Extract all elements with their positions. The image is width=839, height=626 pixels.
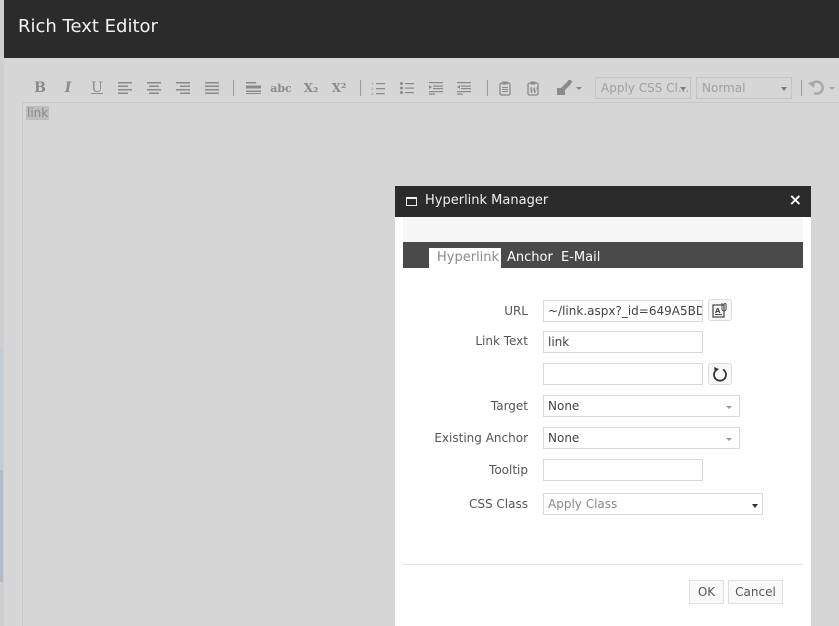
cancel-button[interactable]: Cancel	[728, 580, 783, 604]
ok-button[interactable]: OK	[689, 580, 724, 604]
css-class-select[interactable]: Apply Class	[543, 493, 763, 515]
superscript-icon: X²	[331, 81, 347, 95]
paragraph-style-dropdown[interactable]: Normal	[696, 77, 792, 99]
editor-toolbar: B I U abc X₂ X² 123 W Apply CSS Cl... No…	[22, 74, 839, 102]
existing-anchor-value: None	[548, 431, 580, 445]
unordered-list-button[interactable]	[395, 76, 419, 100]
left-accent	[0, 470, 3, 582]
existing-anchor-label: Existing Anchor	[434, 431, 528, 445]
paste-icon	[499, 81, 511, 96]
subscript-icon: X₂	[303, 81, 319, 95]
underline-button[interactable]: U	[85, 76, 109, 100]
unordered-list-icon	[400, 82, 414, 94]
extra-input[interactable]	[543, 363, 703, 385]
indent-button[interactable]	[424, 76, 448, 100]
refresh-button[interactable]	[708, 363, 732, 385]
underline-icon: U	[91, 80, 103, 96]
undo-icon	[808, 80, 835, 95]
paragraph-style-value: Normal	[702, 81, 746, 95]
chevron-down-icon	[680, 87, 686, 91]
close-icon[interactable]: ×	[789, 190, 802, 209]
indent-icon	[429, 81, 443, 95]
link-text-label: Link Text	[475, 334, 528, 348]
tab-hyperlink[interactable]: Hyperlink	[429, 248, 502, 268]
format-stripper-button[interactable]	[552, 76, 586, 100]
target-select-value: None	[548, 399, 580, 413]
subscript-button[interactable]: X₂	[299, 76, 323, 100]
link-text-input[interactable]: link	[543, 331, 703, 353]
align-center-icon	[147, 82, 161, 94]
italic-icon: I	[64, 80, 72, 96]
svg-text:A: A	[715, 307, 721, 315]
justify-icon	[205, 82, 219, 94]
target-label: Target	[490, 399, 528, 413]
justify-button[interactable]	[200, 76, 224, 100]
ordered-list-icon: 123	[371, 81, 385, 95]
tab-email[interactable]: E-Mail	[561, 248, 600, 268]
dialog-strip	[403, 217, 803, 242]
bold-icon: B	[34, 80, 46, 96]
tooltip-input[interactable]	[543, 459, 703, 481]
strikethrough-icon: abc	[270, 81, 292, 95]
editor-selected-text[interactable]: link	[26, 106, 50, 120]
left-accent	[0, 347, 3, 470]
toolbar-separator	[360, 80, 361, 96]
target-select[interactable]: None	[543, 395, 740, 417]
window-icon	[406, 197, 417, 206]
strikethrough-button[interactable]: abc	[269, 76, 293, 100]
align-center-button[interactable]	[142, 76, 166, 100]
align-right-button[interactable]	[171, 76, 195, 100]
toolbar-separator	[487, 80, 488, 96]
document-manager-button[interactable]: A	[708, 299, 732, 321]
css-class-dropdown-value: Apply CSS Cl...	[601, 81, 690, 95]
svg-text:3: 3	[371, 91, 374, 95]
paste-from-word-button[interactable]: W	[521, 76, 545, 100]
dialog-title: Hyperlink Manager	[425, 193, 549, 208]
left-strip	[0, 0, 4, 626]
bold-button[interactable]: B	[28, 76, 52, 100]
dialog-titlebar: Hyperlink Manager ×	[395, 186, 811, 217]
toolbar-separator	[801, 80, 802, 96]
superscript-button[interactable]: X²	[327, 76, 351, 100]
align-left-button[interactable]	[113, 76, 137, 100]
paste-button[interactable]	[493, 76, 517, 100]
outdent-icon	[457, 81, 471, 95]
url-input[interactable]: ~/link.aspx?_id=649A5BD6D2	[543, 300, 703, 322]
url-label: URL	[504, 304, 528, 318]
css-class-dropdown[interactable]: Apply CSS Cl...	[595, 77, 691, 99]
tab-anchor[interactable]: Anchor	[507, 248, 553, 268]
css-class-label: CSS Class	[469, 497, 528, 511]
undo-button[interactable]	[807, 76, 837, 100]
align-right-icon	[176, 82, 190, 94]
svg-text:W: W	[530, 86, 539, 95]
chevron-down-icon	[752, 504, 758, 508]
outdent-button[interactable]	[452, 76, 476, 100]
italic-button[interactable]: I	[56, 76, 80, 100]
document-link-icon: A	[712, 302, 727, 318]
chevron-down-icon	[726, 438, 732, 441]
hyperlink-manager-dialog: Hyperlink Manager × Hyperlink Anchor E-M…	[395, 186, 811, 626]
dialog-tabs: Hyperlink Anchor E-Mail	[403, 242, 803, 268]
align-left-icon	[118, 82, 132, 94]
format-stripper-icon	[557, 80, 582, 95]
format-block-icon	[245, 82, 261, 94]
footer-divider	[403, 564, 803, 565]
format-block-button[interactable]	[241, 76, 265, 100]
tooltip-label: Tooltip	[489, 463, 528, 477]
css-class-select-value: Apply Class	[548, 497, 618, 511]
chevron-down-icon	[726, 406, 732, 409]
refresh-icon	[713, 367, 727, 382]
existing-anchor-select[interactable]: None	[543, 427, 740, 449]
toolbar-separator	[233, 80, 234, 96]
window-titlebar: Rich Text Editor	[4, 0, 839, 58]
window-title: Rich Text Editor	[18, 16, 158, 37]
ordered-list-button[interactable]: 123	[366, 76, 390, 100]
chevron-down-icon	[781, 87, 787, 91]
paste-from-word-icon: W	[527, 81, 539, 96]
